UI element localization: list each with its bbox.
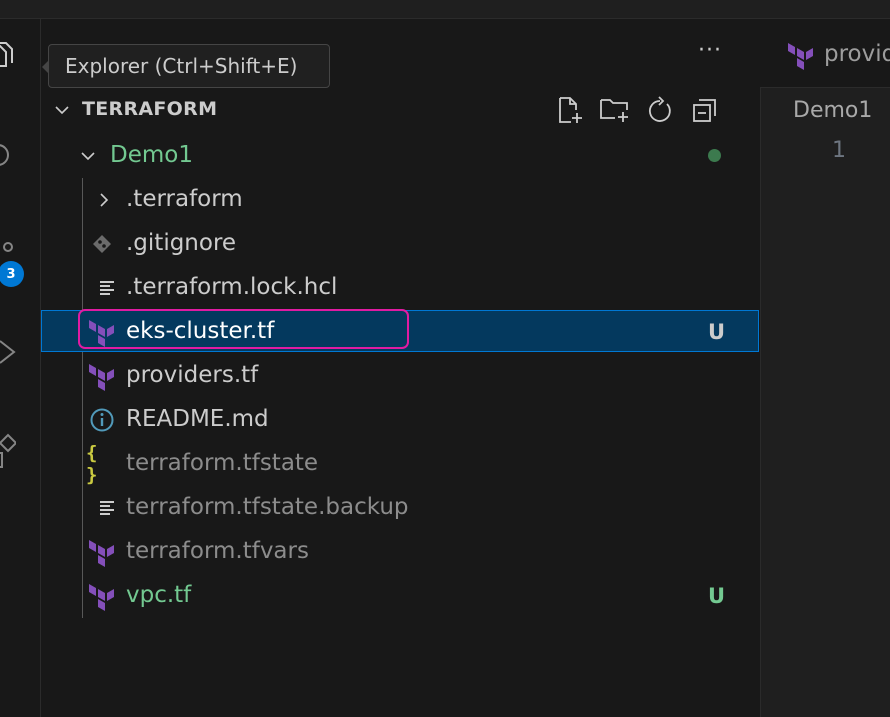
lines-icon (92, 272, 124, 304)
tree-item-label: vpc.tf (126, 582, 192, 608)
untracked-decoration: U (708, 584, 726, 608)
untracked-decoration: U (708, 320, 726, 344)
tab-label: provid (824, 41, 890, 67)
modified-dot (708, 149, 721, 162)
tree-item-label: .terraform.lock.hcl (126, 274, 338, 300)
tree-item-label: README.md (126, 406, 269, 432)
chevron-right-icon (96, 192, 112, 208)
run-debug-icon[interactable] (0, 337, 16, 367)
new-file-icon[interactable] (554, 94, 586, 126)
terraform-icon (86, 360, 118, 392)
explorer-tooltip: Explorer (Ctrl+Shift+E) (48, 44, 330, 88)
terraform-icon (86, 580, 118, 612)
lines-icon (92, 492, 124, 524)
tree-item-label: .terraform (126, 186, 243, 212)
terraform-icon (86, 316, 118, 348)
tree-item-label: providers.tf (126, 362, 259, 388)
search-icon[interactable] (0, 140, 16, 170)
tooltip-arrow (42, 60, 49, 74)
terraform-icon (86, 536, 118, 568)
refresh-icon[interactable] (644, 94, 676, 126)
more-actions-button[interactable]: ··· (698, 38, 722, 63)
breadcrumb[interactable]: Demo1 (793, 98, 872, 123)
terraform-icon (786, 40, 816, 70)
chevron-down-icon (80, 148, 96, 164)
braces-icon: { } (86, 442, 98, 486)
explorer-icon[interactable] (0, 41, 16, 71)
activity-bar (0, 19, 41, 717)
title-bar (0, 0, 890, 19)
new-folder-icon[interactable] (599, 94, 631, 126)
extensions-icon[interactable] (0, 429, 18, 468)
folder-label: Demo1 (110, 142, 193, 168)
line-number: 1 (832, 138, 846, 163)
tree-item-label: .gitignore (126, 230, 237, 256)
git-diamond-icon (86, 228, 118, 260)
tree-item-label: terraform.tfvars (126, 538, 309, 564)
workspace-title: TERRAFORM (82, 98, 218, 120)
tree-item-label: eks-cluster.tf (126, 318, 275, 344)
tree-item-label: terraform.tfstate (126, 450, 319, 476)
collapse-all-icon[interactable] (689, 94, 721, 126)
chevron-down-icon (54, 102, 70, 118)
tree-item-label: terraform.tfstate.backup (126, 494, 409, 520)
section-actions (554, 94, 721, 126)
info-icon (86, 404, 118, 436)
editor-area (760, 19, 890, 717)
